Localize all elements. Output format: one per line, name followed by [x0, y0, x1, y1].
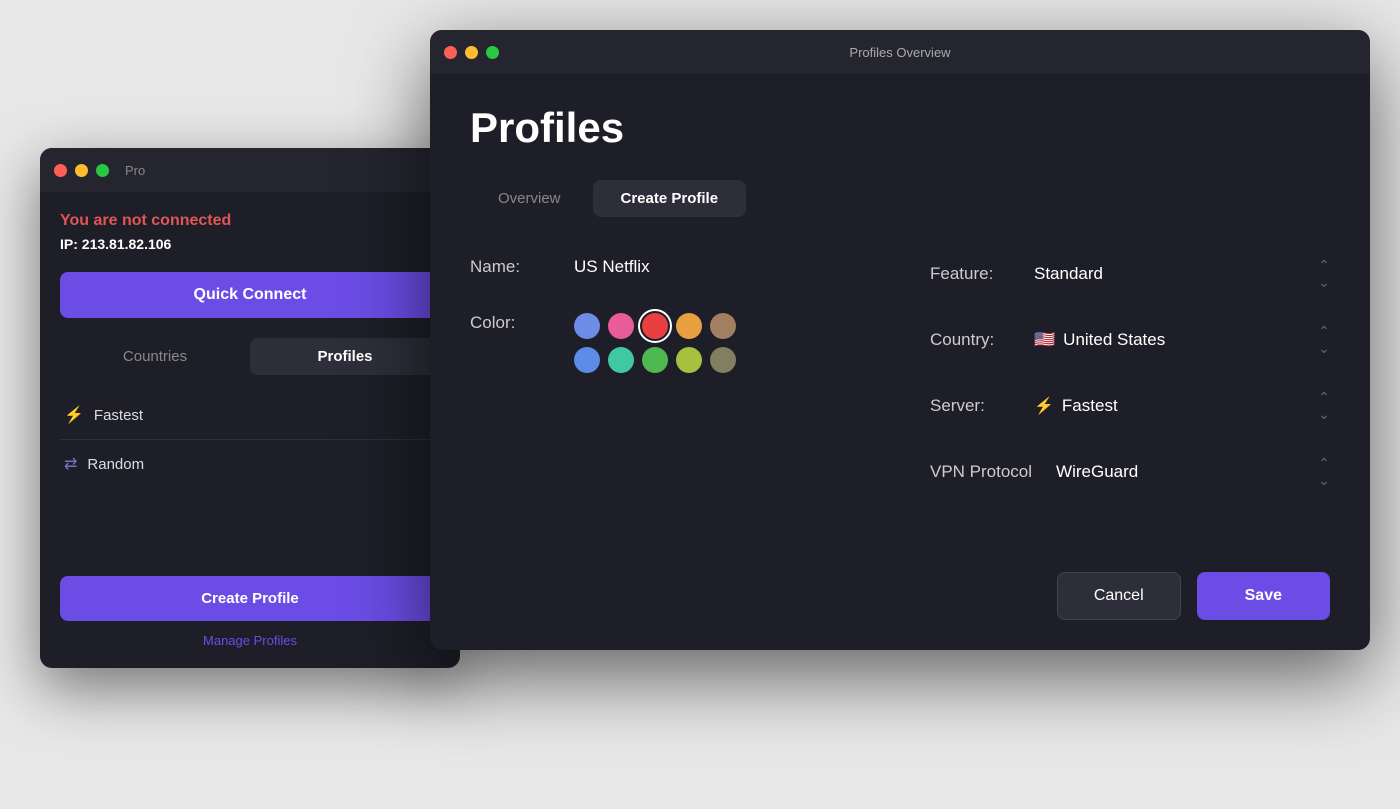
close-button[interactable] [54, 164, 67, 177]
color-swatch-0[interactable] [574, 313, 600, 339]
form-right-section: Feature: Standard ⌃⌄ Country: 🇺🇸 United … [930, 257, 1330, 552]
action-row: Cancel Save [470, 552, 1330, 620]
country-label: Country: [930, 330, 1010, 350]
vpn-protocol-value: WireGuard [1056, 462, 1138, 482]
profile-list: ⚡ Fastest ⇄ Random [60, 391, 440, 488]
color-swatch-8[interactable] [676, 347, 702, 373]
color-label: Color: [470, 313, 550, 333]
name-row: Name: US Netflix [470, 257, 870, 277]
save-button[interactable]: Save [1197, 572, 1330, 620]
tab-overview[interactable]: Overview [470, 180, 589, 217]
form-grid: Name: US Netflix Color: Feature: Standar… [470, 257, 1330, 552]
tab-profiles[interactable]: Profiles [250, 338, 440, 375]
server-label: Server: [930, 396, 1010, 416]
server-select[interactable]: ⚡ Fastest ⌃⌄ [1034, 389, 1330, 423]
fg-close-button[interactable] [444, 46, 457, 59]
main-tabs: Countries Profiles ‹ [60, 338, 440, 375]
color-swatch-7[interactable] [642, 347, 668, 373]
color-swatch-9[interactable] [710, 347, 736, 373]
server-value: ⚡ Fastest [1034, 396, 1118, 416]
minimize-button[interactable] [75, 164, 88, 177]
fg-traffic-lights [444, 46, 499, 59]
bg-titlebar: Pro [40, 148, 460, 192]
country-chevron-icon: ⌃⌄ [1318, 323, 1330, 357]
tab-countries[interactable]: Countries [60, 338, 250, 375]
server-row: Server: ⚡ Fastest ⌃⌄ [930, 389, 1330, 423]
ip-label: IP: [60, 236, 82, 252]
fg-body: Profiles Overview Create Profile Name: U… [430, 74, 1370, 650]
color-swatches [574, 313, 736, 373]
country-select[interactable]: 🇺🇸 United States ⌃⌄ [1034, 323, 1330, 357]
ip-value: 213.81.82.106 [82, 236, 172, 252]
fastest-icon: ⚡ [64, 405, 84, 425]
name-value: US Netflix [574, 257, 870, 277]
bg-window-body: You are not connected IP: 213.81.82.106 … [40, 192, 460, 560]
maximize-button[interactable] [96, 164, 109, 177]
country-flag: 🇺🇸 [1034, 330, 1055, 350]
random-label: Random [87, 456, 144, 473]
feature-row: Feature: Standard ⌃⌄ [930, 257, 1330, 291]
server-name: Fastest [1062, 396, 1118, 416]
ip-display: IP: 213.81.82.106 [60, 236, 440, 252]
tab-create-profile[interactable]: Create Profile [593, 180, 747, 217]
fg-maximize-button[interactable] [486, 46, 499, 59]
vpn-protocol-label: VPN Protocol [930, 462, 1032, 482]
vpn-protocol-chevron-icon: ⌃⌄ [1318, 455, 1330, 489]
fg-minimize-button[interactable] [465, 46, 478, 59]
feature-select[interactable]: Standard ⌃⌄ [1034, 257, 1330, 291]
list-item[interactable]: ⚡ Fastest [60, 391, 440, 440]
create-profile-button[interactable]: Create Profile [60, 576, 440, 621]
random-icon: ⇄ [64, 454, 77, 474]
country-value: 🇺🇸 United States [1034, 330, 1165, 350]
list-item[interactable]: ⇄ Random [60, 440, 440, 488]
vpn-protocol-row: VPN Protocol WireGuard ⌃⌄ [930, 455, 1330, 489]
connection-status: You are not connected [60, 212, 440, 230]
feature-chevron-icon: ⌃⌄ [1318, 257, 1330, 291]
page-title: Profiles [470, 104, 1330, 152]
bg-window-title: Pro [125, 163, 145, 178]
color-swatch-2[interactable] [642, 313, 668, 339]
form-left-section: Name: US Netflix Color: [470, 257, 870, 552]
cancel-button[interactable]: Cancel [1057, 572, 1181, 620]
fg-profiles-window: Profiles Overview Profiles Overview Crea… [430, 30, 1370, 650]
color-swatch-1[interactable] [608, 313, 634, 339]
feature-label: Feature: [930, 264, 1010, 284]
server-chevron-icon: ⌃⌄ [1318, 389, 1330, 423]
fg-titlebar: Profiles Overview [430, 30, 1370, 74]
color-swatch-4[interactable] [710, 313, 736, 339]
server-lightning-icon: ⚡ [1034, 396, 1054, 416]
color-swatch-6[interactable] [608, 347, 634, 373]
fg-tabs: Overview Create Profile [470, 180, 1330, 217]
feature-value: Standard [1034, 264, 1103, 284]
color-swatch-3[interactable] [676, 313, 702, 339]
fg-window-title: Profiles Overview [849, 45, 950, 60]
quick-connect-button[interactable]: Quick Connect [60, 272, 440, 318]
bottom-section: Create Profile Manage Profiles [40, 560, 460, 668]
color-swatch-5[interactable] [574, 347, 600, 373]
color-row: Color: [470, 309, 870, 373]
name-label: Name: [470, 257, 550, 277]
bg-vpn-window: Pro You are not connected IP: 213.81.82.… [40, 148, 460, 668]
fastest-label: Fastest [94, 407, 143, 424]
country-name: United States [1063, 330, 1165, 350]
country-row: Country: 🇺🇸 United States ⌃⌄ [930, 323, 1330, 357]
manage-profiles-link[interactable]: Manage Profiles [203, 633, 297, 648]
vpn-protocol-select[interactable]: WireGuard ⌃⌄ [1056, 455, 1330, 489]
